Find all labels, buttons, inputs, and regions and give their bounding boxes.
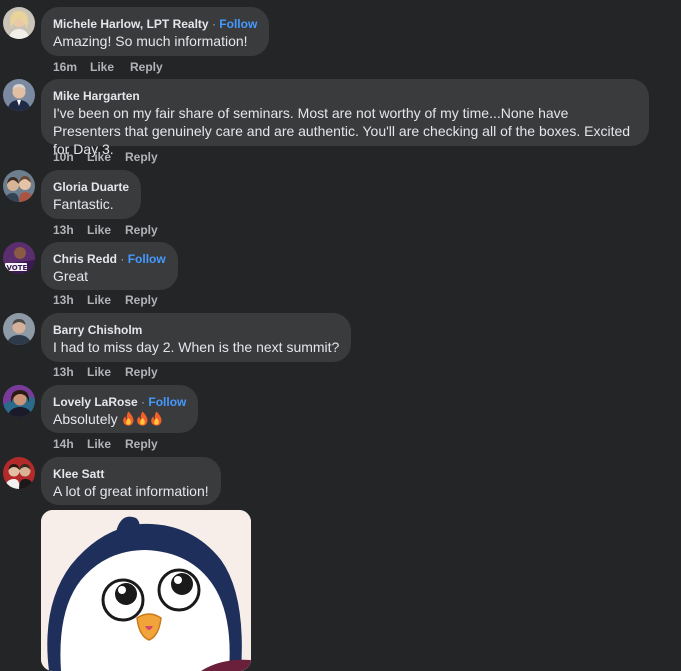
comment-header: Barry Chisholm xyxy=(53,322,339,338)
follow-button[interactable]: Follow xyxy=(148,395,186,409)
comment-actions: 13h Like Reply xyxy=(53,292,158,308)
comment-header: Mike Hargarten xyxy=(53,88,637,104)
comment-timestamp[interactable]: 13h xyxy=(53,364,87,380)
author-name[interactable]: Lovely LaRose xyxy=(53,395,138,409)
comment-timestamp[interactable]: 16m xyxy=(53,59,90,75)
comment-header: Michele Harlow, LPT Realty · Follow xyxy=(53,16,257,32)
fire-emoji-icon xyxy=(135,411,149,427)
like-button[interactable]: Like xyxy=(87,222,125,238)
follow-button[interactable]: Follow xyxy=(128,252,166,266)
reply-button[interactable]: Reply xyxy=(130,59,163,75)
comment-bubble: Mike Hargarten I've been on my fair shar… xyxy=(41,79,649,157)
reply-button[interactable]: Reply xyxy=(125,436,158,452)
comment-bubble: Barry Chisholm I had to miss day 2. When… xyxy=(41,313,352,362)
comment-actions: 13h Like Reply xyxy=(53,364,158,380)
comment-text: Absolutely xyxy=(53,410,186,428)
like-button[interactable]: Like xyxy=(87,436,125,452)
avatar[interactable] xyxy=(3,170,35,202)
comment-header: Klee Satt xyxy=(53,466,209,482)
comment-timestamp[interactable]: 10h xyxy=(53,149,87,165)
comment-actions: 14h Like Reply xyxy=(53,436,158,452)
comment-text: A lot of great information! xyxy=(53,483,209,499)
fire-emoji-icon xyxy=(121,411,135,427)
comment-actions: 10h Like Reply xyxy=(53,149,158,165)
comment-bubble: Gloria Duarte Fantastic. xyxy=(41,170,142,219)
comment-actions: 13h Like Reply xyxy=(53,222,158,238)
separator: · xyxy=(120,252,125,266)
comment-bubble: Klee Satt A lot of great information! xyxy=(41,457,221,505)
follow-button[interactable]: Follow xyxy=(219,17,257,31)
separator: · xyxy=(141,395,146,409)
comment-text: I had to miss day 2. When is the next su… xyxy=(53,339,340,355)
author-name[interactable]: Barry Chisholm xyxy=(53,323,142,337)
reply-button[interactable]: Reply xyxy=(125,222,158,238)
comment-text-value: Absolutely xyxy=(53,411,118,427)
author-name[interactable]: Mike Hargarten xyxy=(53,89,140,103)
author-name[interactable]: Chris Redd xyxy=(53,252,117,266)
separator: · xyxy=(211,17,216,31)
comment-bubble: Chris Redd · Follow Great xyxy=(41,242,178,290)
comment-bubble: Michele Harlow, LPT Realty · Follow Amaz… xyxy=(41,7,270,56)
like-button[interactable]: Like xyxy=(90,59,130,75)
comment-header: Chris Redd · Follow xyxy=(53,251,166,267)
fire-emoji-icon xyxy=(149,411,163,427)
author-name[interactable]: Michele Harlow, LPT Realty xyxy=(53,17,209,31)
reply-button[interactable]: Reply xyxy=(125,149,158,165)
comment-text: Amazing! So much information! xyxy=(53,33,248,49)
comment-timestamp[interactable]: 13h xyxy=(53,222,87,238)
avatar[interactable] xyxy=(3,457,35,489)
comment-text: Fantastic. xyxy=(53,196,114,212)
reply-button[interactable]: Reply xyxy=(125,364,158,380)
penguin-sticker[interactable] xyxy=(41,510,251,671)
like-button[interactable]: Like xyxy=(87,292,125,308)
avatar[interactable] xyxy=(3,313,35,345)
comment-timestamp[interactable]: 14h xyxy=(53,436,87,452)
comment-timestamp[interactable]: 13h xyxy=(53,292,87,308)
comment-header: Gloria Duarte xyxy=(53,179,129,195)
avatar[interactable] xyxy=(3,79,35,111)
author-name[interactable]: Klee Satt xyxy=(53,467,104,481)
avatar[interactable] xyxy=(3,385,35,417)
avatar[interactable] xyxy=(3,7,35,39)
comment-bubble: Lovely LaRose · Follow Absolutely xyxy=(41,385,199,433)
comment-actions: 16m Like Reply xyxy=(53,59,163,75)
reply-button[interactable]: Reply xyxy=(125,292,158,308)
penguin-sticker-icon xyxy=(41,510,251,671)
comment-header: Lovely LaRose · Follow xyxy=(53,394,186,410)
svg-text:VOTE: VOTE xyxy=(7,264,28,272)
like-button[interactable]: Like xyxy=(87,364,125,380)
comment-text: Great xyxy=(53,268,89,284)
author-name[interactable]: Gloria Duarte xyxy=(53,180,129,194)
like-button[interactable]: Like xyxy=(87,149,125,165)
avatar[interactable]: VOTE xyxy=(3,242,35,274)
